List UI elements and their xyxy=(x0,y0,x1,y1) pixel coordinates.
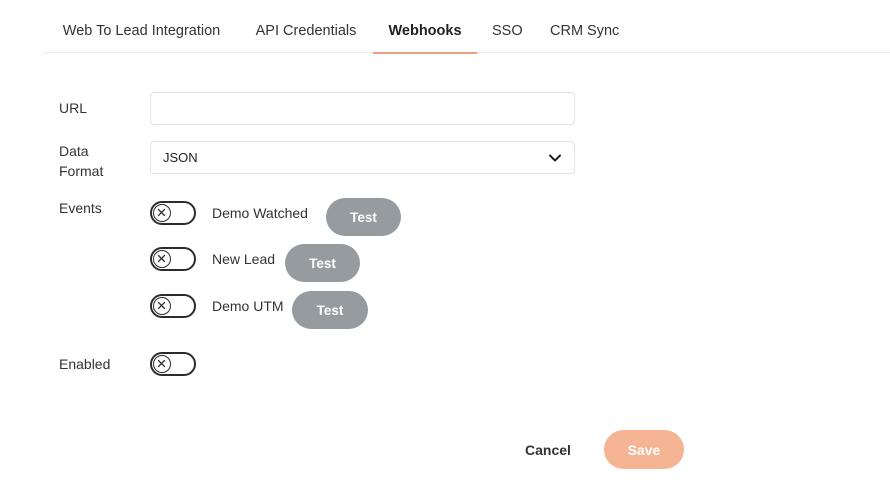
data-format-value: JSON xyxy=(163,150,198,165)
toggle-knob xyxy=(153,297,171,315)
tab-api-credentials[interactable]: API Credentials xyxy=(255,23,357,53)
event-label-new-lead: New Lead xyxy=(212,251,276,267)
chevron-down-icon xyxy=(548,151,562,165)
event-label-demo-watched: Demo Watched xyxy=(212,205,308,221)
event-label-demo-utm: Demo UTM xyxy=(212,298,284,314)
event-toggle-demo-watched[interactable] xyxy=(150,201,196,225)
close-icon xyxy=(157,208,166,217)
url-label: URL xyxy=(59,100,88,116)
data-format-select[interactable]: JSON xyxy=(150,141,575,174)
tab-web-to-lead-integration[interactable]: Web To Lead Integration xyxy=(59,23,224,53)
url-input[interactable] xyxy=(150,92,575,125)
enabled-toggle[interactable] xyxy=(150,352,196,376)
cancel-button[interactable]: Cancel xyxy=(512,432,584,468)
tab-sso[interactable]: SSO xyxy=(492,23,523,53)
toggle-knob xyxy=(153,250,171,268)
event-toggle-new-lead[interactable] xyxy=(150,247,196,271)
settings-tabs: Web To Lead Integration API Credentials … xyxy=(43,0,890,54)
close-icon xyxy=(157,359,166,368)
test-new-lead-button[interactable]: Test xyxy=(285,244,360,282)
close-icon xyxy=(157,254,166,263)
event-toggle-demo-utm[interactable] xyxy=(150,294,196,318)
events-label: Events xyxy=(59,200,102,216)
close-icon xyxy=(157,301,166,310)
tab-crm-sync[interactable]: CRM Sync xyxy=(550,23,619,53)
toggle-knob xyxy=(153,204,171,222)
save-button[interactable]: Save xyxy=(604,430,684,469)
test-demo-utm-button[interactable]: Test xyxy=(292,291,368,329)
data-format-label-line1: Data xyxy=(59,143,89,159)
data-format-label-line2: Format xyxy=(59,163,104,179)
enabled-label: Enabled xyxy=(59,356,111,372)
tab-webhooks[interactable]: Webhooks xyxy=(373,23,477,54)
data-format-label: Data Format xyxy=(59,141,103,181)
toggle-knob xyxy=(153,355,171,373)
test-demo-watched-button[interactable]: Test xyxy=(326,198,401,236)
